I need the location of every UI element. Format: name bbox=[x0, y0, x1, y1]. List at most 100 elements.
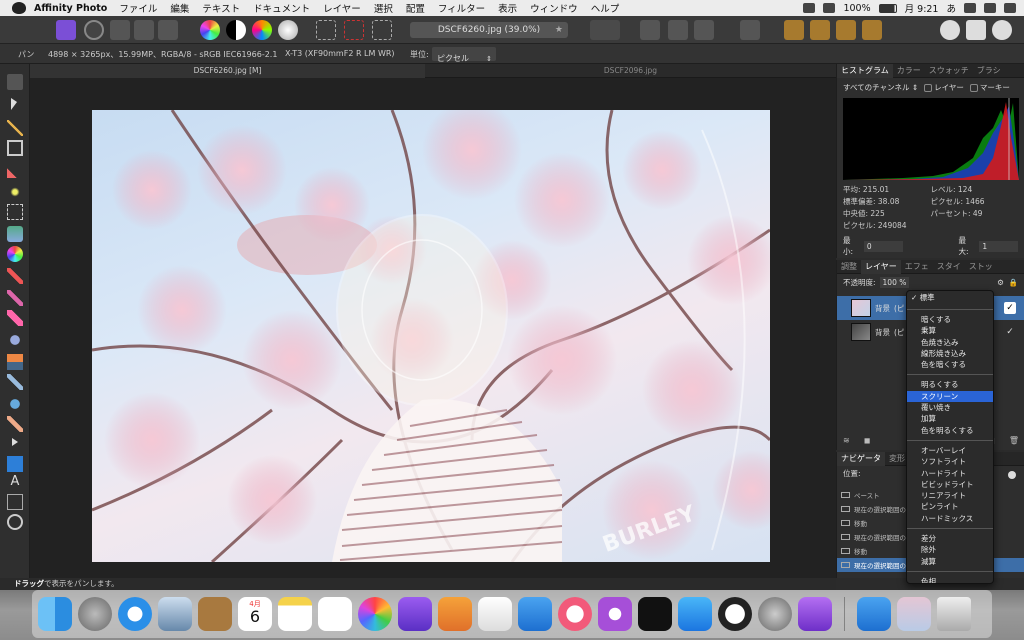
trash-icon[interactable]: 🗑 bbox=[1009, 436, 1019, 448]
blend-overlay[interactable]: オーバーレイ bbox=[907, 445, 993, 456]
move-tool-icon[interactable] bbox=[11, 98, 17, 110]
music-icon[interactable] bbox=[558, 597, 592, 631]
battery-icon[interactable] bbox=[878, 3, 897, 13]
quick-mask-icon[interactable] bbox=[590, 20, 620, 40]
marquee-checkbox[interactable]: マーキー bbox=[969, 82, 1010, 93]
develop-persona-icon[interactable] bbox=[110, 20, 130, 40]
blend-soft-light[interactable]: ソフトライト bbox=[907, 456, 993, 467]
assistant-icon[interactable] bbox=[940, 20, 960, 40]
color-picker-tool-icon[interactable] bbox=[7, 120, 23, 136]
document-image[interactable]: BURLEY bbox=[92, 110, 770, 562]
time-machine-icon[interactable] bbox=[718, 597, 752, 631]
document-title-field[interactable]: DSCF6260.jpg (39.0%) ★ bbox=[410, 22, 568, 38]
pen-icon[interactable] bbox=[803, 3, 816, 13]
blend-screen[interactable]: スクリーン bbox=[907, 390, 993, 403]
launchpad-icon[interactable] bbox=[78, 597, 112, 631]
menu-edit[interactable]: 編集 bbox=[170, 1, 189, 15]
reminders-icon[interactable] bbox=[318, 597, 352, 631]
keynote-icon[interactable] bbox=[518, 597, 552, 631]
canvas-area[interactable]: BURLEY bbox=[30, 78, 836, 578]
unit-select[interactable]: ピクセル ⇕ bbox=[432, 47, 496, 63]
gradient-tool-icon[interactable] bbox=[7, 246, 23, 262]
blend-pin-light[interactable]: ピンライト bbox=[907, 501, 993, 512]
trash-icon[interactable] bbox=[937, 597, 971, 631]
blend-vivid-light[interactable]: ビビッドライト bbox=[907, 479, 993, 490]
podcasts-icon[interactable] bbox=[598, 597, 632, 631]
deselect-icon[interactable] bbox=[344, 20, 364, 40]
layers-stack-icon[interactable]: ≋ bbox=[843, 436, 850, 448]
select-all-icon[interactable] bbox=[316, 20, 336, 40]
invert-selection-icon[interactable] bbox=[372, 20, 392, 40]
healing-brush-tool-icon[interactable] bbox=[7, 374, 23, 390]
menu-layer[interactable]: レイヤー bbox=[323, 1, 361, 15]
grid-icon[interactable] bbox=[640, 20, 660, 40]
arrange-back-icon[interactable] bbox=[784, 20, 804, 40]
layer-visibility-checkbox[interactable]: ✓ bbox=[1004, 326, 1016, 338]
menu-view[interactable]: 表示 bbox=[498, 1, 517, 15]
blend-hard-mix[interactable]: ハードミックス bbox=[907, 513, 993, 524]
arrange-front-icon[interactable] bbox=[862, 20, 882, 40]
tab-brushes[interactable]: ブラシ bbox=[973, 65, 1005, 76]
blend-darker-color[interactable]: 色を暗くする bbox=[907, 359, 993, 370]
paint-brush-tool-icon[interactable] bbox=[7, 268, 23, 284]
selection-brush-tool-icon[interactable] bbox=[7, 162, 23, 178]
tab-color[interactable]: カラー bbox=[893, 65, 925, 76]
pages-icon[interactable] bbox=[438, 597, 472, 631]
brush-icon[interactable] bbox=[740, 20, 760, 40]
blend-exclusion[interactable]: 除外 bbox=[907, 544, 993, 555]
zoom-tool-icon[interactable] bbox=[7, 514, 23, 530]
export-persona-icon[interactable] bbox=[158, 20, 178, 40]
menu-select[interactable]: 選択 bbox=[374, 1, 393, 15]
blur-brush-tool-icon[interactable] bbox=[7, 396, 23, 412]
tab-styles[interactable]: スタイ bbox=[933, 261, 965, 272]
blend-hue[interactable]: 色相 bbox=[907, 576, 993, 583]
dodge-brush-tool-icon[interactable] bbox=[7, 332, 23, 348]
spotlight-icon[interactable] bbox=[964, 3, 976, 13]
tab-navigator[interactable]: ナビゲータ bbox=[837, 451, 885, 466]
flood-fill-tool-icon[interactable] bbox=[7, 226, 23, 242]
calendar-icon[interactable]: 4月 6 bbox=[238, 597, 272, 631]
star-icon[interactable]: ★ bbox=[555, 22, 563, 38]
menu-text[interactable]: テキスト bbox=[202, 1, 240, 15]
erase-brush-tool-icon[interactable] bbox=[7, 310, 23, 326]
lock-icon[interactable]: 🔒 bbox=[1009, 278, 1018, 287]
snapping-icon[interactable] bbox=[668, 20, 688, 40]
downloads-stack-icon[interactable] bbox=[897, 597, 931, 631]
blend-add[interactable]: 加算 bbox=[907, 413, 993, 424]
wifi-icon[interactable] bbox=[823, 3, 836, 13]
blend-mode-current[interactable]: ✓ 標準 bbox=[907, 291, 993, 305]
min-field[interactable]: 0 bbox=[863, 240, 903, 252]
marquee-tool-icon[interactable] bbox=[7, 204, 23, 220]
pixel-view-icon[interactable] bbox=[966, 20, 986, 40]
tab-dscf6260[interactable]: DSCF6260.jpg [M] bbox=[30, 64, 425, 78]
auto-colors-icon[interactable] bbox=[252, 20, 272, 40]
auto-white-balance-icon[interactable] bbox=[278, 20, 298, 40]
smudge-brush-tool-icon[interactable] bbox=[7, 416, 23, 432]
menu-filters[interactable]: フィルター bbox=[438, 1, 485, 15]
rectangle-tool-icon[interactable] bbox=[7, 456, 23, 472]
blend-lighter-color[interactable]: 色を明るくする bbox=[907, 425, 993, 436]
clone-brush-tool-icon[interactable] bbox=[7, 354, 23, 370]
menu-document[interactable]: ドキュメント bbox=[253, 1, 310, 15]
tab-effects[interactable]: エフェ bbox=[901, 261, 933, 272]
channel-select[interactable]: すべてのチャンネル ⇕ bbox=[843, 82, 918, 93]
mail-icon[interactable] bbox=[158, 597, 192, 631]
blend-lighten[interactable]: 明るくする bbox=[907, 379, 993, 390]
mask-icon[interactable]: ◼ bbox=[864, 436, 871, 448]
numbers-icon[interactable] bbox=[478, 597, 512, 631]
notes-icon[interactable] bbox=[278, 597, 312, 631]
clock[interactable]: 月 9:21 bbox=[905, 1, 939, 15]
color-replacement-tool-icon[interactable] bbox=[7, 290, 23, 306]
blend-darken[interactable]: 暗くする bbox=[907, 314, 993, 325]
menu-help[interactable]: ヘルプ bbox=[591, 1, 620, 15]
flood-select-tool-icon[interactable] bbox=[7, 184, 23, 200]
notification-center-icon[interactable] bbox=[1004, 3, 1016, 13]
tab-stock[interactable]: ストッ bbox=[965, 261, 997, 272]
contacts-icon[interactable] bbox=[198, 597, 232, 631]
tab-adjustments[interactable]: 調整 bbox=[837, 261, 861, 272]
arrange-forward-icon[interactable] bbox=[836, 20, 856, 40]
split-view-icon[interactable] bbox=[992, 20, 1012, 40]
layer-visibility-checkbox[interactable]: ✓ bbox=[1004, 302, 1016, 314]
auto-levels-icon[interactable] bbox=[200, 20, 220, 40]
photo-persona-icon[interactable] bbox=[56, 20, 76, 40]
